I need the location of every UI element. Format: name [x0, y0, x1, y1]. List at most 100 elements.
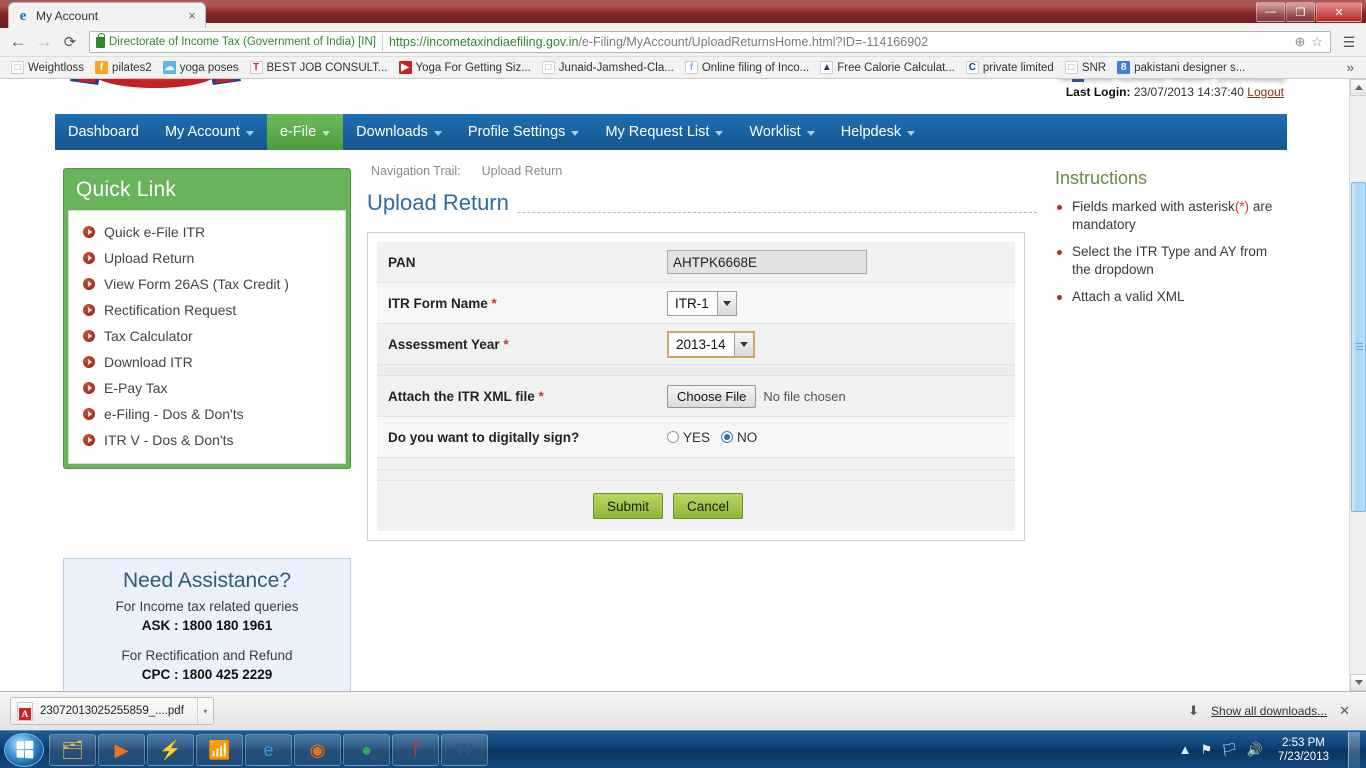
chevron-down-icon[interactable] — [433, 131, 442, 136]
nav-item-e-file[interactable]: e-File — [266, 114, 344, 150]
download-dropdown-icon[interactable]: ▾ — [196, 698, 213, 724]
quick-link-item[interactable]: Download ITR — [69, 349, 345, 375]
nav-item-my-request-list[interactable]: My Request List — [592, 114, 736, 150]
file-status-text: No file chosen — [763, 388, 846, 404]
bookmark-item[interactable]: □ SNR — [1060, 60, 1111, 75]
browser-tab[interactable]: e My Account × — [8, 2, 206, 28]
quick-link-item[interactable]: Rectification Request — [69, 297, 345, 323]
zoom-icon[interactable]: ⊕ — [1294, 34, 1305, 50]
nav-item-dashboard[interactable]: Dashboard — [55, 114, 152, 150]
reload-icon[interactable]: ⟳ — [58, 30, 82, 54]
bookmark-item[interactable]: □ Junaid-Jamshed-Cla... — [537, 60, 679, 75]
scroll-up-arrow-icon[interactable] — [1350, 79, 1366, 96]
nav-item-my-account[interactable]: My Account — [152, 114, 267, 150]
taskbar-button-internet-explorer[interactable]: e — [245, 733, 292, 766]
show-all-downloads-link[interactable]: Show all downloads... — [1211, 704, 1327, 718]
nav-item-worklist[interactable]: Worklist — [736, 114, 827, 150]
taskbar-button-word[interactable]: W — [441, 733, 488, 766]
choose-file-button[interactable]: Choose File — [667, 384, 757, 408]
page-viewport: INCOME TAX DEPARTMENT f Welcome NIRMAL R… — [0, 79, 1366, 691]
nav-item-downloads[interactable]: Downloads — [343, 114, 455, 150]
chevron-down-icon[interactable] — [733, 332, 753, 356]
chevron-down-icon[interactable] — [571, 131, 580, 136]
show-desktop-button[interactable] — [1348, 731, 1360, 768]
start-button[interactable] — [4, 732, 44, 767]
close-window-button[interactable]: ✕ — [1316, 2, 1362, 22]
page-scrollbar[interactable] — [1349, 79, 1366, 691]
back-icon[interactable]: ← — [6, 30, 30, 54]
action-center-icon[interactable]: 🏳 — [1221, 742, 1238, 758]
bookmark-item[interactable]: ▶ Yoga For Getting Siz... — [394, 60, 536, 75]
bookmark-item[interactable]: f pilates2 — [90, 60, 157, 75]
download-shelf: 23072013025255859_....pdf ▾ ⬇ Show all d… — [0, 691, 1366, 730]
nav-item-profile-settings[interactable]: Profile Settings — [455, 114, 593, 150]
assessment-year-select[interactable]: 2013-14 — [667, 330, 755, 358]
forward-icon[interactable]: → — [32, 30, 56, 54]
cancel-button[interactable]: Cancel — [673, 493, 744, 519]
bookmark-item[interactable]: Cprivate limited — [961, 60, 1059, 75]
radio-yes[interactable] — [667, 431, 679, 443]
scroll-down-arrow-icon[interactable] — [1350, 674, 1366, 691]
url-path: /e-Filing/MyAccount/UploadReturnsHome.ht… — [578, 35, 929, 49]
window-controls: — ❐ ✕ — [1256, 2, 1362, 22]
itr-form-name-select[interactable]: ITR-1 — [667, 290, 737, 316]
chevron-down-icon[interactable] — [806, 131, 815, 136]
bookmark-label: Junaid-Jamshed-Cla... — [558, 61, 674, 74]
assistance-line-1: For Income tax related queries — [115, 599, 299, 614]
submit-button[interactable]: Submit — [593, 493, 664, 519]
taskbar-button-explorer[interactable]: 🗂 — [49, 733, 96, 766]
quick-link-item[interactable]: Upload Return — [69, 245, 345, 271]
address-bar[interactable]: Directorate of Income Tax (Government of… — [89, 31, 1331, 53]
radio-no[interactable] — [721, 431, 734, 443]
volume-icon[interactable]: 🔊 — [1247, 742, 1263, 758]
bookmark-item[interactable]: 8 pakistani designer s... — [1112, 60, 1250, 75]
tab-close-icon[interactable]: × — [185, 8, 199, 23]
scrollbar-thumb[interactable] — [1351, 182, 1366, 512]
taskbar-button-media-player[interactable]: ▶ — [98, 733, 145, 766]
network-icon[interactable]: ⚑ — [1200, 742, 1212, 758]
chevron-down-icon[interactable] — [322, 131, 331, 136]
quick-link-item[interactable]: Tax Calculator — [69, 323, 345, 349]
taskbar-button-firefox[interactable]: ◉ — [294, 733, 341, 766]
site-identity-chip[interactable]: Directorate of Income Tax (Government of… — [92, 32, 383, 51]
show-hidden-icons[interactable]: ▲ — [1179, 742, 1192, 757]
taskbar-button-app-green[interactable]: ⚡ — [147, 733, 194, 766]
bookmark-item[interactable]: T BEST JOB CONSULT... — [245, 60, 393, 75]
chevron-down-icon[interactable] — [907, 131, 916, 136]
taskbar-button-tally-erp9[interactable]: T — [392, 733, 439, 766]
chevron-down-icon[interactable] — [245, 131, 254, 136]
maximize-button[interactable]: ❐ — [1286, 2, 1315, 22]
minimize-button[interactable]: — — [1256, 2, 1285, 22]
pdf-file-icon — [17, 701, 33, 721]
logout-link[interactable]: Logout — [1247, 85, 1284, 99]
quick-link-item[interactable]: Quick e-File ITR — [69, 219, 345, 245]
browser-menu-icon[interactable]: ☰ — [1338, 30, 1360, 54]
cs-icon: C — [965, 61, 979, 74]
bookmarks-overflow-icon[interactable]: » — [1341, 60, 1360, 75]
taskbar-button-chrome[interactable]: ● — [343, 733, 390, 766]
chevron-down-icon[interactable] — [716, 291, 736, 315]
taskbar-button-wifi-app[interactable]: 📶 — [196, 733, 243, 766]
nav-item-helpdesk[interactable]: Helpdesk — [828, 114, 928, 150]
media-player-icon: ▶ — [114, 739, 129, 760]
download-item[interactable]: 23072013025255859_....pdf ▾ — [10, 697, 214, 725]
bookmark-item[interactable]: ☁ yoga poses — [158, 60, 244, 75]
nav-item-label: Profile Settings — [467, 124, 566, 140]
quick-link-item[interactable]: ITR V - Dos & Don'ts — [69, 427, 345, 453]
quick-link-item[interactable]: e-Filing - Dos & Don'ts — [69, 401, 345, 427]
quick-link-label: Rectification Request — [104, 302, 237, 318]
quick-link-item[interactable]: E-Pay Tax — [69, 375, 345, 401]
clock[interactable]: 2:53 PM 7/23/2013 — [1272, 736, 1335, 764]
pan-input[interactable] — [667, 250, 867, 274]
bookmark-label: private limited — [982, 61, 1054, 74]
bookmark-item[interactable]: f Online filing of Inco... — [680, 60, 814, 75]
bookmark-item[interactable]: □ Weightloss — [6, 60, 89, 75]
close-shelf-icon[interactable]: ✕ — [1339, 703, 1350, 719]
bookmark-item[interactable]: ▲ Free Calorie Calculat... — [815, 60, 960, 75]
app-green-icon: ⚡ — [159, 739, 182, 760]
quick-link-item[interactable]: View Form 26AS (Tax Credit ) — [69, 271, 345, 297]
bookmarks-bar: □ Weightloss f pilates2 ☁ yoga poses T BEST JOB… — [0, 57, 1366, 79]
chevron-down-icon[interactable] — [715, 131, 724, 136]
bookmark-star-icon[interactable]: ☆ — [1311, 34, 1323, 50]
form-row-attach-xml: Attach the ITR XML file * Choose File No… — [377, 376, 1015, 417]
